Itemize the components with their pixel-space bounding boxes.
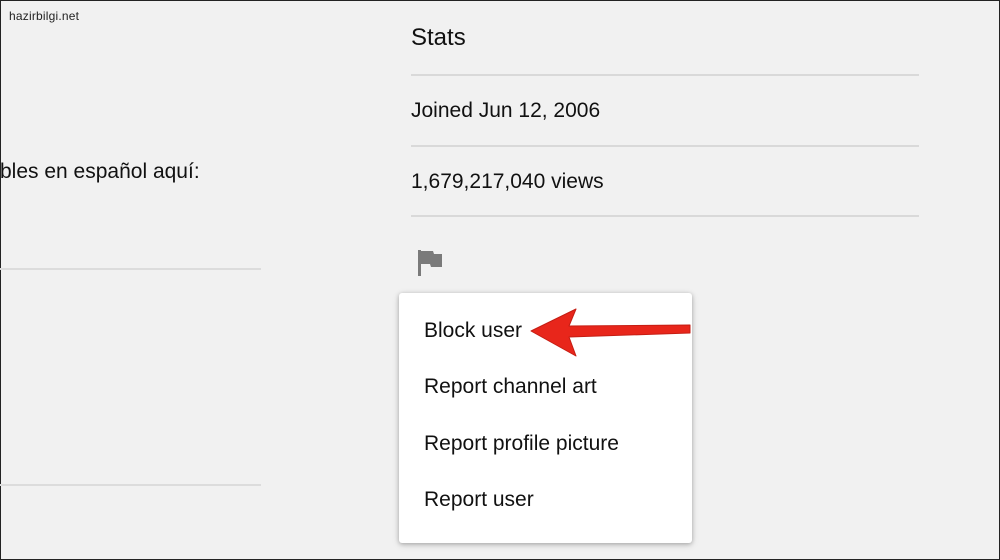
menu-item-report-user[interactable]: Report user	[399, 474, 692, 530]
joined-date: Joined Jun 12, 2006	[411, 99, 601, 122]
stats-divider	[411, 145, 919, 147]
annotation-arrow-icon	[530, 308, 691, 357]
menu-item-report-profile-picture[interactable]: Report profile picture	[399, 418, 692, 474]
left-divider	[0, 268, 261, 270]
menu-item-label: Block user	[424, 319, 523, 342]
stats-heading: Stats	[411, 24, 466, 51]
menu-item-label: Report channel art	[424, 375, 597, 398]
watermark: hazirbilgi.net	[9, 9, 80, 23]
left-divider	[0, 484, 261, 486]
menu-item-label: Report user	[424, 488, 534, 511]
stats-divider	[411, 74, 919, 76]
menu-item-label: Report profile picture	[424, 432, 619, 455]
flag-icon[interactable]	[416, 248, 444, 278]
channel-description-fragment: bles en español aquí:	[0, 160, 200, 183]
flag-icon-svg	[418, 250, 442, 276]
view-count: 1,679,217,040 views	[411, 170, 604, 193]
stats-divider	[411, 215, 919, 217]
menu-item-report-channel-art[interactable]: Report channel art	[399, 361, 692, 417]
